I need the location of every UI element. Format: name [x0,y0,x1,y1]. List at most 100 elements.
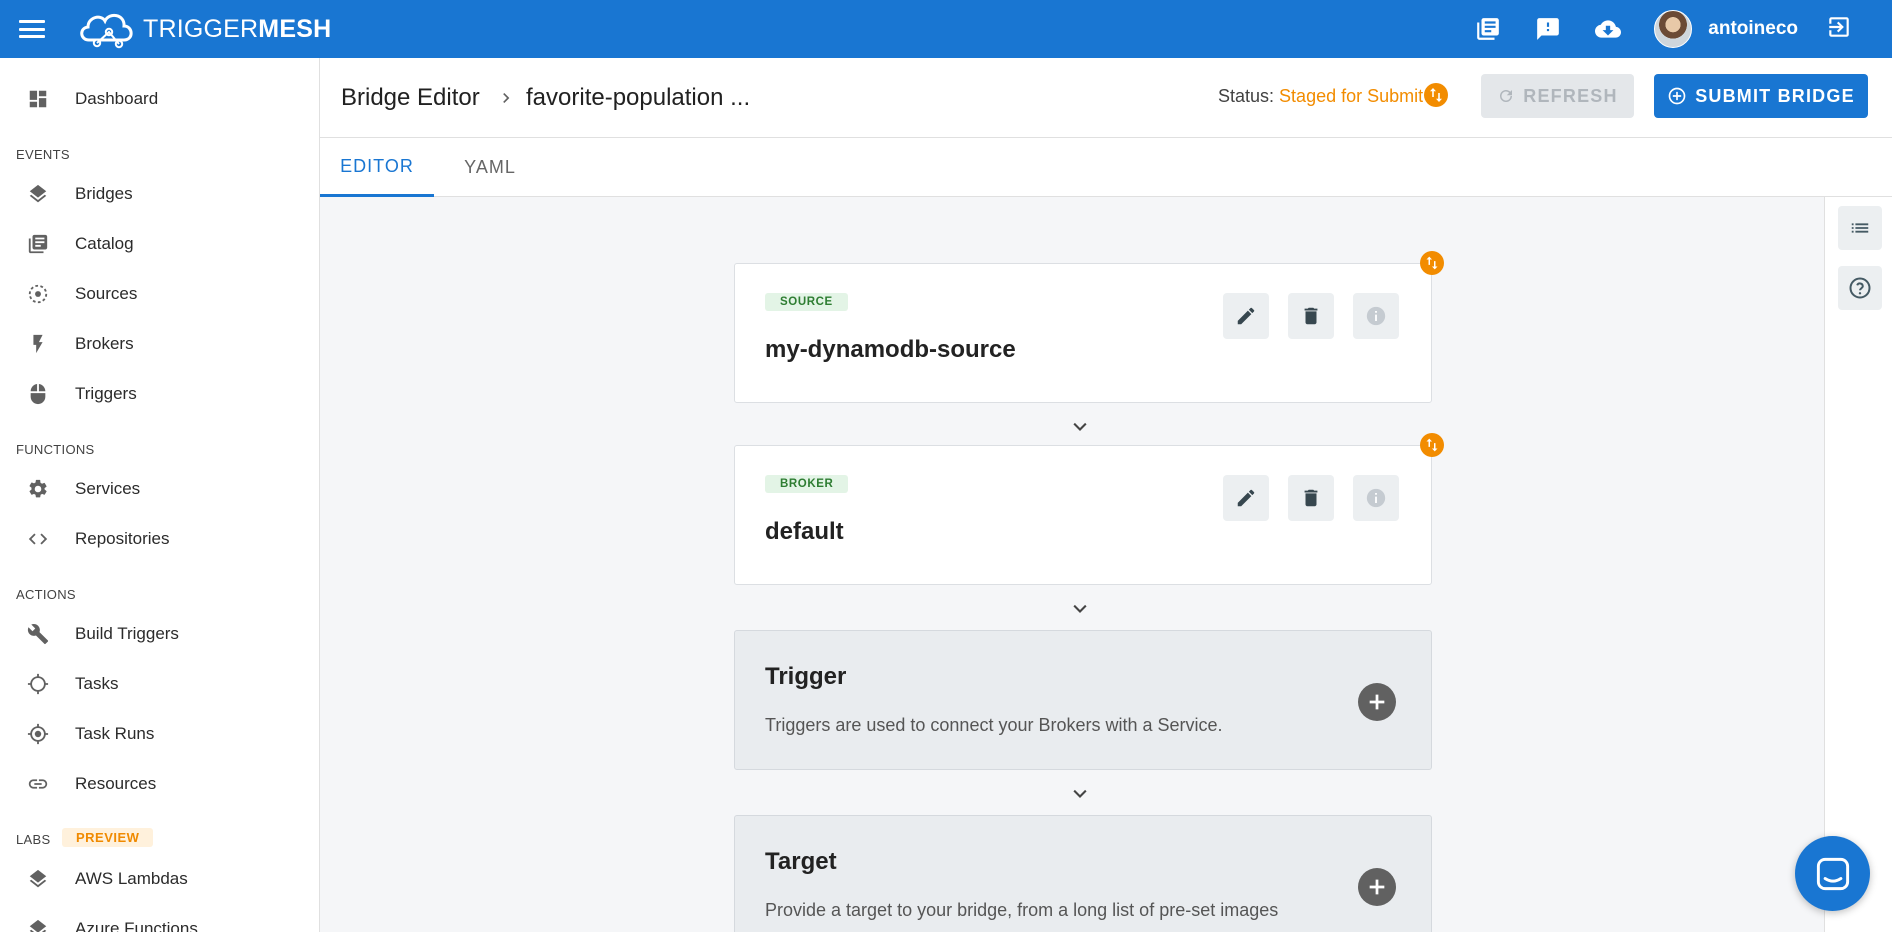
sidebar-item-label: Dashboard [75,89,159,108]
section-events: EVENTS [16,147,70,162]
flash-icon [26,332,50,356]
info-icon [1366,488,1386,508]
help-button[interactable] [1838,266,1882,310]
status-label: Status: [1218,86,1275,106]
tab-editor[interactable]: EDITOR [320,138,434,197]
chat-launcher-button[interactable] [1795,836,1870,911]
gear-icon [26,477,50,501]
sidebar-item-label: Triggers [75,384,137,403]
user-avatar[interactable] [1654,10,1693,48]
info-icon [1366,306,1386,326]
info-button[interactable] [1353,293,1399,339]
refresh-icon [1500,90,1513,102]
sync-status-icon [1424,83,1448,107]
sidebar-item-tasks[interactable]: Tasks [0,663,319,705]
submit-label: SUBMIT BRIDGE [1695,85,1855,106]
broker-card[interactable]: BROKER default [734,445,1432,585]
sidebar-item-catalog[interactable]: Catalog [0,223,319,265]
crosshair-icon [26,672,50,696]
sidebar-item-label: Services [75,479,141,498]
sidebar-item-dashboard[interactable]: Dashboard [0,78,319,120]
sync-status-icon [1420,433,1444,457]
link-icon [26,772,50,796]
delete-button[interactable] [1288,293,1334,339]
username[interactable]: antoineco [1708,18,1798,40]
plus-icon [1369,879,1385,895]
top-app-bar: TRIGGERMESH antoineco [0,0,1892,58]
sidebar-item-label: Repositories [75,529,170,548]
right-tool-rail [1824,197,1892,932]
edit-button[interactable] [1223,293,1269,339]
sidebar-item-build-triggers[interactable]: Build Triggers [0,613,319,655]
sync-status-icon [1420,251,1444,275]
layers-icon [26,917,50,932]
breadcrumb-current: favorite-population ... [526,84,751,111]
sidebar-item-resources[interactable]: Resources [0,763,319,805]
chevron-down-icon [1073,789,1087,798]
info-button[interactable] [1353,475,1399,521]
logo-text-light: TRIGGER [143,14,259,43]
layers-icon [26,867,50,891]
section-labs: LABS [16,832,51,847]
delete-button[interactable] [1288,475,1334,521]
sidebar-item-label: Catalog [75,234,134,253]
editor-header: Bridge Editor favorite-population ... St… [320,58,1892,138]
broker-name: default [765,518,844,545]
trigger-description: Triggers are used to connect your Broker… [765,715,1223,735]
target-card[interactable]: Target Provide a target to your bridge, … [734,815,1432,932]
feedback-icon[interactable] [1534,15,1562,43]
dashboard-icon [26,87,50,111]
list-view-button[interactable] [1838,206,1882,250]
source-card[interactable]: SOURCE my-dynamodb-source [734,263,1432,403]
sidebar: Dashboard EVENTS Bridges Catalog Sources… [0,58,320,932]
editor-tabs: EDITOR YAML [320,138,1892,197]
sidebar-item-task-runs[interactable]: Task Runs [0,713,319,755]
add-circle-outline-icon [1668,87,1686,105]
menu-icon[interactable] [17,18,47,40]
section-actions: ACTIONS [16,587,76,602]
logo-text-bold: MESH [258,14,332,43]
trigger-card[interactable]: Trigger Triggers are used to connect you… [734,630,1432,770]
refresh-label: REFRESH [1523,85,1618,106]
tab-yaml[interactable]: YAML [434,138,546,197]
logout-icon[interactable] [1826,14,1852,45]
list-icon [1851,223,1869,233]
source-name: my-dynamodb-source [765,336,1016,363]
edit-button[interactable] [1223,475,1269,521]
sidebar-item-label: AWS Lambdas [75,869,188,888]
refresh-button[interactable]: REFRESH [1481,74,1634,118]
cloud-network-icon [80,13,133,49]
sidebar-item-brokers[interactable]: Brokers [0,323,319,365]
sidebar-item-sources[interactable]: Sources [0,273,319,315]
target-description: Provide a target to your bridge, from a … [765,900,1279,920]
library-books-icon [26,232,50,256]
add-target-button[interactable] [1358,868,1396,906]
submit-bridge-button[interactable]: SUBMIT BRIDGE [1654,74,1868,118]
breadcrumb-root[interactable]: Bridge Editor [341,84,480,112]
sidebar-item-bridges[interactable]: Bridges [0,173,319,215]
target-title: Target [765,848,837,875]
help-icon [1849,277,1871,299]
docs-icon[interactable] [1474,15,1502,43]
plus-icon [1369,694,1385,710]
section-functions: FUNCTIONS [16,442,95,457]
sidebar-item-label: Task Runs [75,724,155,743]
pencil-icon [1237,489,1255,507]
source-tag: SOURCE [765,293,848,311]
sidebar-item-services[interactable]: Services [0,468,319,510]
sidebar-item-azure-functions[interactable]: Azure Functions [0,908,319,932]
status-value: Staged for Submit [1279,86,1424,106]
mouse-icon [26,382,50,406]
sidebar-item-label: Brokers [75,334,134,353]
broker-tag: BROKER [765,475,849,493]
bridge-status: Status: Staged for Submit [1218,86,1423,107]
sidebar-item-triggers[interactable]: Triggers [0,373,319,415]
sidebar-item-aws-lambdas[interactable]: AWS Lambdas [0,858,319,900]
download-icon[interactable] [1594,15,1622,43]
add-trigger-button[interactable] [1358,683,1396,721]
chevron-right-icon [503,93,510,103]
gps-fixed-icon [26,722,50,746]
sidebar-item-repositories[interactable]: Repositories [0,518,319,560]
triggermesh-logo[interactable]: TRIGGERMESH [75,8,331,50]
pencil-icon [1237,307,1255,325]
